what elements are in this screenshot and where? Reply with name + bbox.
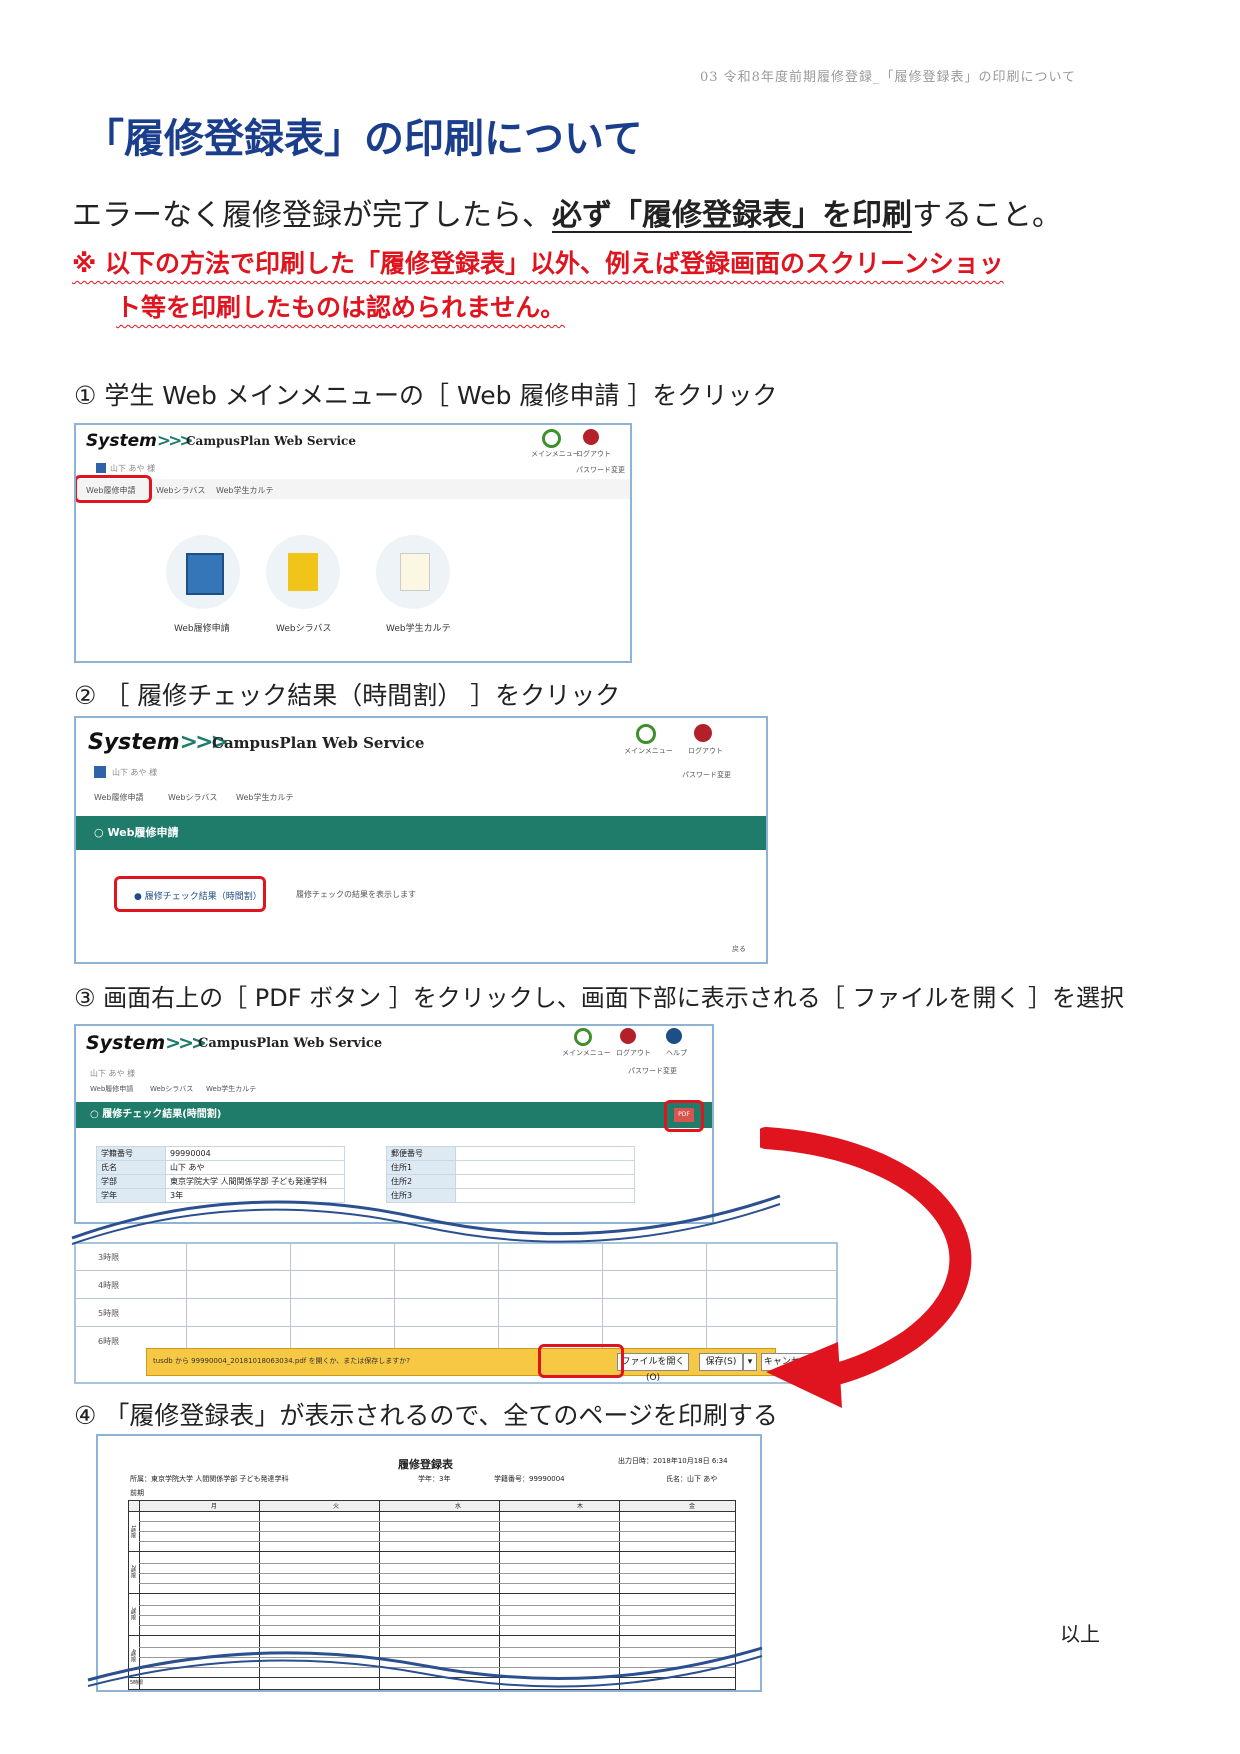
logout-icon[interactable] — [583, 429, 599, 445]
screenshot-main-menu: System>>> CampusPlan Web Service メインメニュー… — [74, 423, 632, 663]
logout-label: ログアウト — [576, 450, 611, 458]
page-title: 「履修登録表」の印刷について — [84, 116, 643, 162]
break-wave — [71, 1194, 781, 1245]
nav-web-student-record[interactable]: Web学生カルテ — [216, 485, 273, 496]
back-link[interactable]: 戻る — [732, 944, 746, 954]
screenshot-timetable-download: 3時限 4時限 5時限 6時限 tusdb から 99990004_201810… — [74, 1242, 838, 1384]
sheet-term: 前期 — [130, 1489, 144, 1497]
tile-label-application: Web履修申請 — [174, 624, 230, 634]
user-name: 山下 あや 様 — [112, 768, 158, 777]
highlight-nav — [76, 475, 152, 503]
nav-web-student-record[interactable]: Web学生カルテ — [236, 792, 293, 803]
lead-after: すること。 — [912, 198, 1062, 233]
home-icon[interactable] — [636, 724, 656, 744]
service-name: CampusPlan Web Service — [186, 434, 356, 448]
save-dropdown-icon[interactable]: ▾ — [743, 1353, 757, 1371]
nav-web-course-application[interactable]: Web履修申請 — [94, 792, 143, 803]
lead-text: エラーなく履修登録が完了したら、必ず「履修登録表」を印刷すること。 — [72, 190, 1062, 234]
step-1: ① 学生 Web メインメニューの［ Web 履修申請 ］をクリック — [74, 381, 778, 410]
nav-web-student-record[interactable]: Web学生カルテ — [206, 1084, 256, 1094]
folder-icon — [288, 553, 318, 591]
logout-icon[interactable] — [620, 1028, 636, 1044]
service-name: CampusPlan Web Service — [198, 1036, 383, 1051]
period-row: 3時限 — [76, 1244, 836, 1271]
step-3: ③ 画面右上の［ PDF ボタン ］をクリックし、画面下部に表示される［ ファイ… — [74, 984, 1125, 1012]
tile-course-application[interactable] — [166, 535, 240, 609]
download-bar: tusdb から 99990004_20181018063034.pdf を開く… — [146, 1348, 825, 1382]
home-icon[interactable] — [574, 1028, 592, 1046]
system-logo: System>>> — [86, 431, 194, 451]
password-change-link[interactable]: パスワード変更 — [682, 770, 731, 780]
warning-line-2: ト等を印刷したものは認められません。 — [116, 293, 566, 322]
section-header-web: ○ Web履修申請 — [76, 816, 766, 850]
sheet-student-number: 学籍番号：99990004 — [494, 1475, 565, 1483]
main-menu-label: メインメニュー — [624, 747, 673, 755]
service-name: CampusPlan Web Service — [212, 734, 425, 752]
sheet-affiliation: 所属：東京学院大学 人間関係学部 子ども発達学科 — [130, 1475, 289, 1483]
lead-before: エラーなく履修登録が完了したら、 — [72, 198, 552, 233]
sheet-output-date: 出力日時：2018年10月18日 6:34 — [618, 1457, 728, 1465]
warning-note: ※ 以下の方法で印刷した「履修登録表」以外、例えば登録画面のスクリーンショッ ト… — [72, 242, 1172, 330]
user-icon — [94, 766, 106, 778]
warning-line-1: ※ 以下の方法で印刷した「履修登録表」以外、例えば登録画面のスクリーンショッ — [72, 249, 1004, 278]
save-button[interactable]: 保存(S) — [699, 1353, 743, 1371]
step-4: ④ 「履修登録表」が表示されるので、全てのページを印刷する — [74, 1401, 778, 1430]
end-mark: 以上 — [1060, 1622, 1100, 1646]
open-file-button[interactable]: ファイルを開く(O) — [617, 1353, 689, 1382]
tile-syllabus[interactable] — [266, 535, 340, 609]
highlight-check-result — [114, 876, 266, 912]
red-curved-arrow — [760, 1127, 972, 1408]
check-result-description: 履修チェックの結果を表示します — [296, 890, 416, 899]
sheet-student-name: 氏名：山下 あや — [666, 1475, 718, 1483]
period-row: 4時限 — [76, 1272, 836, 1299]
highlight-pdf-button — [664, 1100, 704, 1132]
logout-label: ログアウト — [616, 1049, 651, 1057]
home-icon[interactable] — [542, 429, 561, 448]
help-label: ヘルプ — [666, 1049, 687, 1057]
user-name: 山下 あや 様 — [90, 1069, 136, 1078]
period-row: 5時限 — [76, 1300, 836, 1327]
user-name: 山下 あや 様 — [110, 464, 156, 473]
main-menu-label: メインメニュー — [562, 1049, 611, 1057]
nav-web-syllabus[interactable]: Webシラバス — [150, 1084, 193, 1094]
section-header-result: ○ 履修チェック結果(時間割) — [76, 1102, 712, 1128]
nav-web-course-application[interactable]: Web履修申請 — [90, 1084, 133, 1094]
system-logo: System>>> — [86, 1032, 207, 1054]
main-menu-label: メインメニュー — [531, 450, 580, 458]
break-wave-bottom — [87, 1646, 763, 1688]
nav-web-syllabus[interactable]: Webシラバス — [156, 485, 205, 496]
help-icon[interactable] — [666, 1028, 682, 1044]
logout-label: ログアウト — [688, 747, 723, 755]
download-message: tusdb から 99990004_20181018063034.pdf を開く… — [153, 1357, 411, 1365]
nav-web-syllabus[interactable]: Webシラバス — [168, 792, 217, 803]
record-icon — [400, 553, 430, 591]
logout-icon[interactable] — [694, 724, 712, 742]
tile-student-record[interactable] — [376, 535, 450, 609]
screenshot-course-application: System>>> CampusPlan Web Service メインメニュー… — [74, 716, 768, 964]
header-note: 03 令和8年度前期履修登録_「履修登録表」の印刷について — [700, 70, 1077, 85]
sheet-title: 履修登録表 — [398, 1458, 453, 1471]
application-icon — [186, 553, 224, 595]
tile-label-student-record: Web学生カルテ — [386, 624, 451, 634]
system-logo: System>>> — [88, 730, 229, 755]
step-2: ② ［ 履修チェック結果（時間割） ］をクリック — [74, 681, 621, 710]
tile-label-syllabus: Webシラバス — [276, 624, 332, 634]
lead-emphasis: 必ず「履修登録表」を印刷 — [552, 198, 912, 233]
password-change-link[interactable]: パスワード変更 — [628, 1066, 677, 1076]
sheet-grade: 学年：3年 — [418, 1475, 451, 1483]
highlight-open-file — [538, 1344, 624, 1378]
user-icon — [96, 463, 106, 473]
password-change-link[interactable]: パスワード変更 — [576, 465, 625, 475]
